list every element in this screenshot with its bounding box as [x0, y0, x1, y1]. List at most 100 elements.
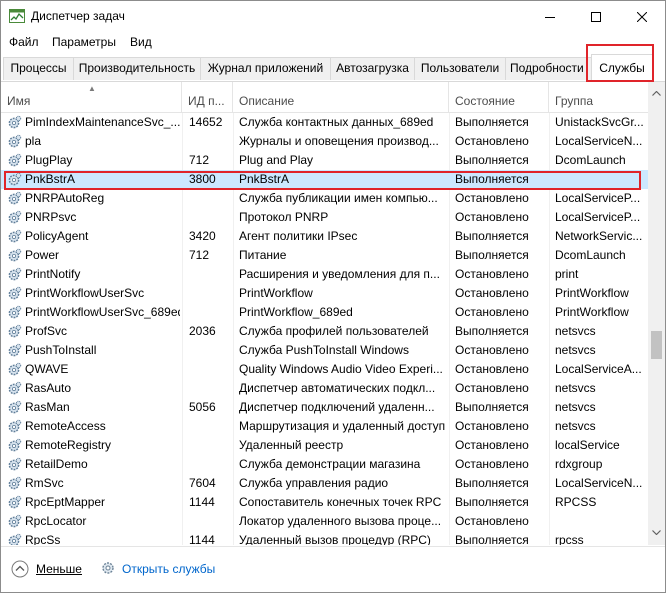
cell-name: PnkBstrA	[25, 172, 76, 186]
title-bar[interactable]: Диспетчер задач	[1, 1, 665, 32]
scroll-up-icon[interactable]	[652, 91, 661, 96]
sort-ascending-icon: ▲	[88, 84, 96, 93]
table-row[interactable]: RetailDemo Служба демонстрации магазина Ос…	[1, 455, 648, 474]
table-body: PimIndexMaintenanceSvc_... 14652 Служба ко…	[1, 113, 648, 545]
table-row[interactable]: PNRPsvc Протокол PNRP Остановлено LocalServ…	[1, 208, 648, 227]
cell-name: PNRPsvc	[25, 210, 77, 224]
service-gear-icon	[8, 324, 22, 338]
tab-app-history[interactable]: Журнал приложений	[200, 57, 331, 80]
minimize-button[interactable]	[527, 1, 573, 32]
table-row[interactable]: QWAVE Quality Windows Audio Video Experi.…	[1, 360, 648, 379]
service-gear-icon	[8, 191, 22, 205]
table-row[interactable]: PrintNotify Расширения и уведомления для …	[1, 265, 648, 284]
cell-desc: Расширения и уведомления для п...	[239, 267, 440, 281]
table-row[interactable]: RemoteRegistry Удаленный реестр Остановлен…	[1, 436, 648, 455]
close-button[interactable]	[619, 1, 665, 32]
service-gear-icon	[8, 457, 22, 471]
menu-file[interactable]: Файл	[9, 35, 39, 49]
tab-processes[interactable]: Процессы	[3, 57, 74, 80]
cell-pid: 2036	[189, 324, 216, 338]
table-row[interactable]: PrintWorkflowUserSvc_689ed PrintWorkflow_…	[1, 303, 648, 322]
service-gear-icon	[8, 381, 22, 395]
service-gear-icon	[8, 210, 22, 224]
tab-details[interactable]: Подробности	[505, 57, 597, 80]
vertical-scrollbar[interactable]	[648, 82, 665, 545]
cell-status: Остановлено	[455, 419, 529, 433]
cell-desc: Служба PushToInstall Windows	[239, 343, 409, 357]
table-row[interactable]: ProfSvc 2036 Служба профилей пользователей…	[1, 322, 648, 341]
column-header-status[interactable]: Состояние	[449, 82, 549, 112]
cell-name: Power	[25, 248, 60, 262]
fewer-details-link[interactable]: Меньше	[36, 562, 82, 576]
table-row[interactable]: RpcEptMapper 1144 Сопоставитель конечных т…	[1, 493, 648, 512]
service-gear-icon	[8, 400, 22, 414]
service-gear-icon	[8, 362, 22, 376]
cell-group: LocalServiceP...	[555, 191, 641, 205]
table-row[interactable]: PrintWorkflowUserSvc PrintWorkflow Останов…	[1, 284, 648, 303]
menu-options[interactable]: Параметры	[52, 35, 116, 49]
open-services-link[interactable]: Открыть службы	[122, 562, 215, 576]
tab-performance[interactable]: Производительность	[73, 57, 201, 80]
cell-name: RetailDemo	[25, 457, 88, 471]
maximize-button[interactable]	[573, 1, 619, 32]
services-gear-icon	[102, 562, 114, 574]
cell-group	[555, 170, 643, 189]
tab-users[interactable]: Пользователи	[414, 57, 506, 80]
cell-status: Остановлено	[455, 343, 529, 357]
table-row[interactable]: RemoteAccess Маршрутизация и удаленный до…	[1, 417, 648, 436]
cell-group: LocalServiceP...	[555, 210, 641, 224]
column-header-group[interactable]: Группа	[549, 82, 648, 112]
cell-pid	[189, 360, 231, 379]
cell-group: rpcss	[555, 533, 584, 545]
menu-bar: Файл Параметры Вид	[1, 32, 665, 53]
cell-desc: Удаленный реестр	[239, 438, 344, 452]
cell-desc: Агент политики IPsec	[239, 229, 358, 243]
cell-status: Остановлено	[455, 134, 529, 148]
cell-pid	[189, 512, 231, 531]
cell-desc: PnkBstrA	[239, 172, 290, 186]
cell-desc: Протокол PNRP	[239, 210, 329, 224]
cell-name: PushToInstall	[25, 343, 97, 357]
cell-pid	[189, 132, 231, 151]
cell-status: Остановлено	[455, 514, 529, 528]
service-gear-icon	[8, 286, 22, 300]
table-row[interactable]: PolicyAgent 3420 Агент политики IPsec Выпол…	[1, 227, 648, 246]
table-row[interactable]: RpcSs 1144 Удаленный вызов процедур (RPC) В…	[1, 531, 648, 545]
cell-pid: 1144	[189, 495, 215, 509]
tab-startup[interactable]: Автозагрузка	[330, 57, 415, 80]
cell-desc: Plug and Play	[239, 153, 314, 167]
table-row[interactable]: RasMan 5056 Диспетчер подключений удаленн.…	[1, 398, 648, 417]
table-row[interactable]: RpcLocator Локатор удаленного вызова проц…	[1, 512, 648, 531]
close-icon	[637, 11, 647, 22]
table-row[interactable]: PnkBstrA 3800 PnkBstrA Выполняется	[1, 170, 648, 189]
cell-name: RemoteRegistry	[25, 438, 112, 452]
scrollbar-thumb[interactable]	[651, 331, 662, 359]
service-gear-icon	[8, 267, 22, 281]
cell-pid: 3420	[189, 229, 216, 243]
column-header-pid[interactable]: ИД п...	[182, 82, 233, 112]
table-row[interactable]: PNRPAutoReg Служба публикации имен компью…	[1, 189, 648, 208]
cell-desc: Маршрутизация и удаленный доступ	[239, 419, 446, 433]
menu-view[interactable]: Вид	[130, 35, 152, 49]
cell-pid	[189, 417, 231, 436]
table-row[interactable]: PimIndexMaintenanceSvc_... 14652 Служба ко…	[1, 113, 648, 132]
cell-group: DcomLaunch	[555, 248, 626, 262]
table-row[interactable]: pla Журналы и оповещения производ... Остан…	[1, 132, 648, 151]
cell-pid	[189, 265, 231, 284]
table-row[interactable]: RasAuto Диспетчер автоматических подкл...…	[1, 379, 648, 398]
table-row[interactable]: Power 712 Питание Выполняется DcomLaunch	[1, 246, 648, 265]
cell-group	[555, 512, 643, 531]
cell-desc: Удаленный вызов процедур (RPC)	[239, 533, 431, 545]
scroll-down-icon[interactable]	[652, 530, 661, 535]
table-row[interactable]: PushToInstall Служба PushToInstall Window…	[1, 341, 648, 360]
column-header-description[interactable]: Описание	[233, 82, 449, 112]
collapse-details-icon[interactable]	[11, 560, 29, 578]
cell-pid: 712	[189, 153, 210, 167]
cell-group: DcomLaunch	[555, 153, 626, 167]
cell-status: Остановлено	[455, 286, 529, 300]
cell-pid	[189, 341, 231, 360]
table-row[interactable]: PlugPlay 712 Plug and Play Выполняется DcomL…	[1, 151, 648, 170]
table-row[interactable]: RmSvc 7604 Служба управления радио Выполняе…	[1, 474, 648, 493]
service-gear-icon	[8, 305, 22, 319]
tab-services[interactable]: Службы	[591, 54, 653, 82]
